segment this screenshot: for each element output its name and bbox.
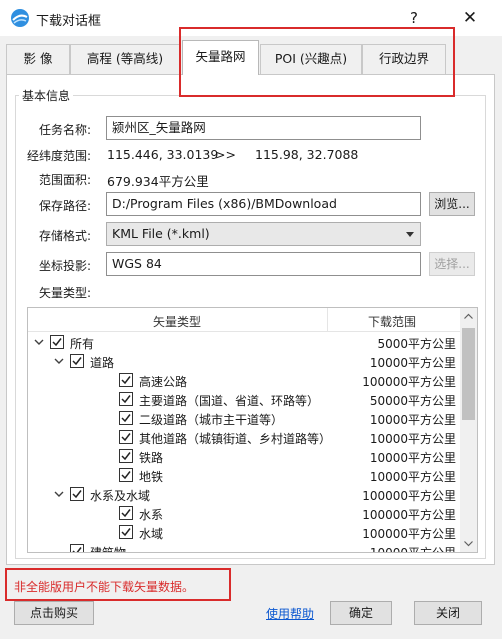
tree-row-label: 水系及水域 <box>90 489 151 503</box>
checkbox[interactable] <box>119 373 133 387</box>
tree-row-range: 100000平方公里 <box>362 489 456 503</box>
checkbox[interactable] <box>70 354 84 368</box>
column-header-range: 下载范围 <box>368 315 417 329</box>
tree-row[interactable]: 二级道路（城市主干道等） 10000平方公里 <box>28 409 460 428</box>
tree-row-label: 高速公路 <box>139 375 188 389</box>
save-path-input[interactable]: D:/Program Files (x86)/BMDownload <box>106 192 421 216</box>
vector-type-label: 矢量类型: <box>39 286 92 300</box>
tree-row[interactable]: 地铁 10000平方公里 <box>28 466 460 485</box>
tree-row-label: 所有 <box>70 337 95 351</box>
format-label: 存储格式: <box>39 229 92 243</box>
browse-button[interactable]: 浏览... <box>429 192 475 216</box>
task-name-input[interactable]: 颍州区_矢量路网 <box>106 116 421 140</box>
task-name-label: 任务名称: <box>39 123 92 137</box>
tree-row-label: 二级道路（城市主干道等） <box>139 413 284 427</box>
tree-row-range: 100000平方公里 <box>362 508 456 522</box>
close-window-button[interactable]: ✕ <box>458 6 482 30</box>
vector-type-tree[interactable]: 矢量类型 下载范围 所有 5000平方公里 道路 10000平方公里 高速公路 10000… <box>27 307 478 553</box>
help-link[interactable]: 使用帮助 <box>266 605 314 622</box>
tab-panel: 基本信息 任务名称: 颍州区_矢量路网 经纬度范围: 115.446, 33.0… <box>6 74 495 565</box>
scroll-thumb[interactable] <box>462 328 475 420</box>
area-value: 679.934平方公里 <box>107 174 209 189</box>
tree-row[interactable]: 建筑物 10000平方公里 <box>28 542 460 553</box>
buy-button[interactable]: 点击购买 <box>14 601 94 625</box>
tab-vector-roads[interactable]: 矢量路网 <box>182 40 259 75</box>
checkbox[interactable] <box>119 468 133 482</box>
scroll-up-arrow-icon[interactable] <box>460 308 477 325</box>
tree-row-label: 水域 <box>139 527 164 541</box>
extent-arrow: >> <box>215 147 236 162</box>
ok-button[interactable]: 确定 <box>330 601 392 625</box>
tree-row-range: 10000平方公里 <box>369 546 456 553</box>
tree-row-range: 10000平方公里 <box>369 470 456 484</box>
tree-row[interactable]: 铁路 10000平方公里 <box>28 447 460 466</box>
tree-row[interactable]: 高速公路 100000平方公里 <box>28 371 460 390</box>
select-projection-button[interactable]: 选择... <box>429 252 475 276</box>
chevron-down-icon[interactable] <box>54 356 64 366</box>
tree-row-range: 100000平方公里 <box>362 375 456 389</box>
checkbox[interactable] <box>70 487 84 501</box>
tree-row-label: 其他道路（城镇街道、乡村道路等） <box>139 432 332 446</box>
tree-row-range: 10000平方公里 <box>369 413 456 427</box>
scroll-down-arrow-icon[interactable] <box>460 535 477 552</box>
tree-row-label: 铁路 <box>139 451 164 465</box>
column-divider <box>327 308 328 332</box>
tree-row-range: 100000平方公里 <box>362 527 456 541</box>
chevron-down-icon[interactable] <box>34 337 44 347</box>
tree-scrollbar[interactable] <box>460 308 477 552</box>
warning-message: 非全能版用户不能下载矢量数据。 <box>14 580 195 594</box>
checkbox[interactable] <box>119 525 133 539</box>
tree-row[interactable]: 道路 10000平方公里 <box>28 352 460 371</box>
tree-row-range: 10000平方公里 <box>369 432 456 446</box>
title-bar: 下载对话框 ? ✕ <box>0 0 502 36</box>
tree-header: 矢量类型 下载范围 <box>28 308 460 332</box>
tree-row-label: 地铁 <box>139 470 164 484</box>
checkbox[interactable] <box>119 430 133 444</box>
tree-row-range: 5000平方公里 <box>377 337 456 351</box>
tree-row-range: 50000平方公里 <box>369 394 456 408</box>
tree-row[interactable]: 水系及水域 100000平方公里 <box>28 485 460 504</box>
extent-label: 经纬度范围: <box>27 149 92 163</box>
checkbox[interactable] <box>119 449 133 463</box>
tree-row[interactable]: 水系 100000平方公里 <box>28 504 460 523</box>
checkbox[interactable] <box>119 392 133 406</box>
tree-row[interactable]: 其他道路（城镇街道、乡村道路等） 10000平方公里 <box>28 428 460 447</box>
tree-row-range: 10000平方公里 <box>369 451 456 465</box>
tree-row-label: 主要道路（国道、省道、环路等） <box>139 394 320 408</box>
close-button[interactable]: 关闭 <box>414 601 482 625</box>
tree-row-range: 10000平方公里 <box>369 356 456 370</box>
format-select[interactable]: KML File (*.kml) <box>106 222 421 246</box>
projection-label: 坐标投影: <box>39 259 92 273</box>
extent-to: 115.98, 32.7088 <box>255 147 359 162</box>
format-select-value: KML File (*.kml) <box>112 226 210 241</box>
area-label: 范围面积: <box>39 173 92 187</box>
tree-row-label: 水系 <box>139 508 164 522</box>
tree-row[interactable]: 主要道路（国道、省道、环路等） 50000平方公里 <box>28 390 460 409</box>
projection-input[interactable]: WGS 84 <box>106 252 421 276</box>
chevron-down-icon[interactable] <box>54 489 64 499</box>
tab-elevation[interactable]: 高程 (等高线) <box>70 44 180 74</box>
tab-admin-boundary[interactable]: 行政边界 <box>362 44 446 74</box>
window-title: 下载对话框 <box>36 14 102 29</box>
checkbox[interactable] <box>70 544 84 552</box>
tree-row[interactable]: 所有 5000平方公里 <box>28 333 460 352</box>
chevron-down-icon <box>406 232 414 237</box>
help-button[interactable]: ? <box>402 6 426 30</box>
group-title: 基本信息 <box>19 87 74 104</box>
tab-poi[interactable]: POI (兴趣点) <box>260 44 362 74</box>
checkbox[interactable] <box>119 506 133 520</box>
checkbox[interactable] <box>119 411 133 425</box>
tab-imagery[interactable]: 影 像 <box>6 44 70 74</box>
tree-row-label: 道路 <box>90 356 115 370</box>
checkbox[interactable] <box>50 335 64 349</box>
extent-from: 115.446, 33.0139 <box>107 147 219 162</box>
column-header-type: 矢量类型 <box>153 315 202 329</box>
save-path-label: 保存路径: <box>39 199 92 213</box>
tree-row[interactable]: 水域 100000平方公里 <box>28 523 460 542</box>
tree-row-label: 建筑物 <box>90 546 127 553</box>
app-logo-icon <box>11 9 29 27</box>
